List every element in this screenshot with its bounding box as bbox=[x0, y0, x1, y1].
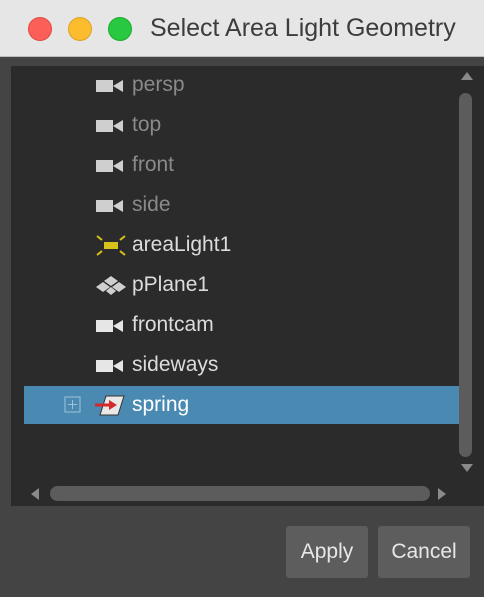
outliner-item-label: side bbox=[132, 193, 171, 216]
outliner-item-label: areaLight1 bbox=[132, 233, 232, 256]
outliner-item-persp[interactable]: persp bbox=[24, 66, 467, 104]
outliner-panel: persp top front side areaLight1 pPlane1 … bbox=[11, 66, 484, 506]
camera-icon bbox=[96, 160, 123, 172]
expand-icon[interactable] bbox=[64, 396, 81, 413]
outliner-item-label: frontcam bbox=[132, 313, 214, 336]
scroll-right-icon[interactable] bbox=[437, 487, 447, 501]
title-bar: Select Area Light Geometry bbox=[0, 0, 484, 57]
scroll-up-icon[interactable] bbox=[460, 71, 474, 81]
scroll-left-icon[interactable] bbox=[30, 487, 40, 501]
outliner-list[interactable]: persp top front side areaLight1 pPlane1 … bbox=[24, 66, 467, 486]
spring-icon bbox=[95, 395, 125, 416]
camera-icon bbox=[96, 200, 123, 212]
scroll-down-icon[interactable] bbox=[460, 463, 474, 473]
close-window-button[interactable] bbox=[28, 17, 52, 41]
outliner-item-label: pPlane1 bbox=[132, 273, 210, 296]
cancel-button[interactable]: Cancel bbox=[378, 526, 470, 578]
outliner-item-top[interactable]: top bbox=[24, 106, 467, 144]
window-title: Select Area Light Geometry bbox=[150, 14, 456, 42]
camera-icon bbox=[96, 320, 123, 332]
camera-icon bbox=[96, 80, 123, 92]
camera-icon bbox=[96, 120, 123, 132]
area-light-icon bbox=[96, 235, 126, 256]
outliner-item-frontcam[interactable]: frontcam bbox=[24, 306, 467, 344]
camera-icon bbox=[96, 360, 123, 372]
outliner-item-side[interactable]: side bbox=[24, 186, 467, 224]
outliner-item-sideways[interactable]: sideways bbox=[24, 346, 467, 384]
vertical-scrollbar-thumb[interactable] bbox=[459, 93, 472, 457]
horizontal-scrollbar-thumb[interactable] bbox=[50, 486, 430, 501]
apply-button[interactable]: Apply bbox=[286, 526, 368, 578]
minimize-window-button[interactable] bbox=[68, 17, 92, 41]
outliner-item-arealight1[interactable]: areaLight1 bbox=[24, 226, 467, 264]
mesh-icon bbox=[96, 276, 126, 295]
outliner-item-label: persp bbox=[132, 73, 185, 96]
outliner-item-label: spring bbox=[132, 393, 190, 416]
outliner-item-front[interactable]: front bbox=[24, 146, 467, 184]
outliner-item-label: top bbox=[132, 113, 162, 136]
outliner-item-pplane1[interactable]: pPlane1 bbox=[24, 266, 467, 304]
outliner-item-spring[interactable]: spring bbox=[24, 386, 467, 424]
zoom-window-button[interactable] bbox=[108, 17, 132, 41]
outliner-item-label: sideways bbox=[132, 353, 219, 376]
outliner-item-label: front bbox=[132, 153, 175, 176]
